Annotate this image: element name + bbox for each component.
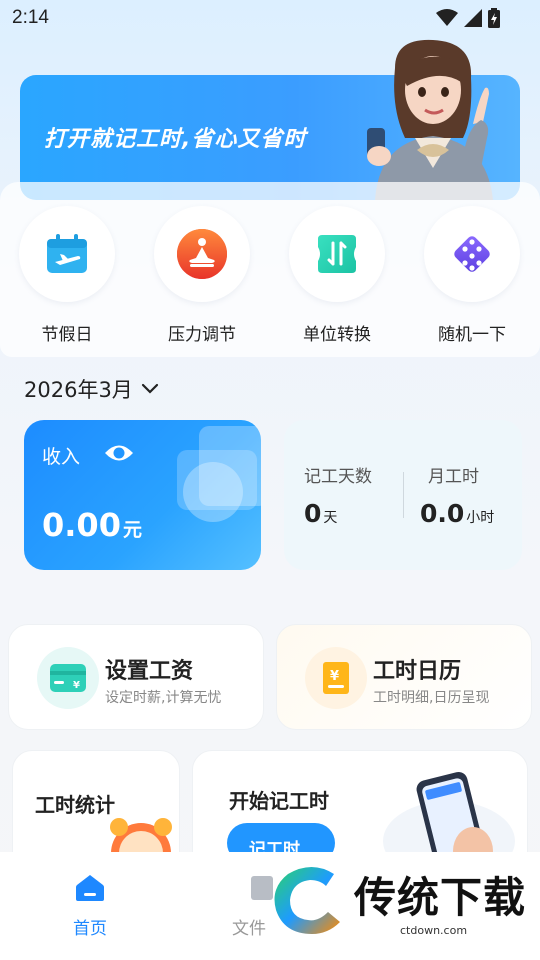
income-card[interactable]: 收入 0.00 元 [24, 420, 261, 570]
quick-action-convert[interactable]: 单位转换 [289, 206, 385, 345]
chevron-down-icon [141, 383, 158, 394]
receipt-icon: ¥ [323, 662, 349, 694]
watermark: 传统下载 ctdown.com [268, 858, 530, 942]
month-hours-stat: 月工时 0.0 小时 [420, 462, 494, 528]
tab-home-label: 首页 [73, 919, 107, 939]
banner-text: 打开就记工时,省心又省时 [44, 127, 307, 152]
month-label: 2026年3月 [24, 378, 133, 402]
quick-action-label: 随机一下 [438, 325, 506, 345]
feature-title: 设置工资 [105, 659, 194, 684]
dice-icon [454, 236, 490, 272]
watermark-logo [274, 867, 340, 934]
quick-actions-panel: 节假日 压力调节 单位转换 随机一下 [0, 182, 540, 357]
stats-card: 记工天数 0天 月工时 0.0 小时 [284, 420, 522, 570]
wage-card-icon: ¥ [50, 664, 86, 692]
watermark-url: ctdown.com [400, 924, 468, 937]
calendar-plane-icon [47, 234, 87, 273]
work-days-stat: 记工天数 0天 [304, 462, 372, 528]
work-days-label: 记工天数 [304, 467, 372, 487]
quick-action-holidays[interactable]: 节假日 [19, 206, 115, 345]
quick-action-stress[interactable]: 压力调节 [154, 206, 250, 345]
meditation-icon [177, 229, 227, 279]
income-unit: 元 [122, 519, 142, 541]
wallet-decoration-icon [177, 426, 261, 522]
convert-icon [318, 235, 356, 273]
status-icons [436, 8, 500, 28]
status-time: 2:14 [12, 7, 49, 28]
quick-action-random[interactable]: 随机一下 [424, 206, 520, 345]
svg-text:¥: ¥ [330, 669, 339, 684]
set-wage-card[interactable]: ¥ 设置工资 设定时薪,计算无忧 [8, 624, 264, 730]
status-bar: 2:14 [0, 0, 540, 36]
eye-icon[interactable] [104, 442, 134, 464]
income-value: 0.00 元 [42, 506, 142, 544]
feature-title: 工时日历 [373, 659, 462, 684]
quick-action-label: 单位转换 [303, 325, 371, 345]
start-recording-title: 开始记工时 [229, 789, 329, 813]
month-hours-label: 月工时 [428, 467, 479, 487]
signal-icon [464, 9, 482, 27]
assistant-illustration [367, 39, 493, 200]
work-days-value: 0天 [304, 499, 338, 528]
watermark-text: 传统下载 [354, 873, 527, 922]
tab-home[interactable]: 首页 [60, 874, 120, 939]
quick-action-label: 节假日 [41, 325, 93, 345]
home-icon [76, 875, 104, 901]
wifi-icon [436, 9, 458, 26]
work-stats-title: 工时统计 [35, 793, 115, 817]
feature-subtitle: 工时明细,日历呈现 [373, 690, 490, 706]
stats-divider [403, 472, 404, 518]
work-calendar-card[interactable]: ¥ 工时日历 工时明细,日历呈现 [276, 624, 532, 730]
svg-text:¥: ¥ [73, 680, 80, 691]
month-selector[interactable]: 2026年3月 [24, 374, 159, 404]
month-hours-value: 0.0 小时 [420, 499, 495, 528]
quick-action-label: 压力调节 [168, 325, 236, 345]
battery-icon [488, 8, 500, 28]
income-label: 收入 [42, 446, 81, 468]
feature-subtitle: 设定时薪,计算无忧 [105, 690, 222, 706]
